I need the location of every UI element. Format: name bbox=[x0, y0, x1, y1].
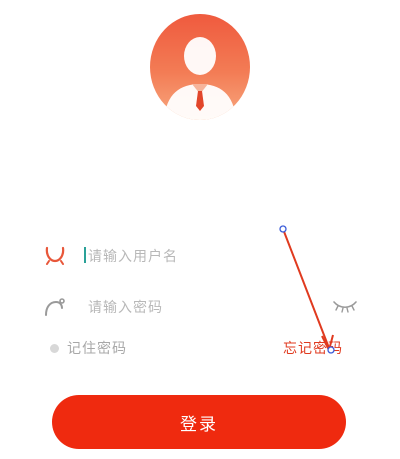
login-page: 请输入用户名 请输入密码 记住密码 忘记密码 登录 bbox=[0, 0, 400, 459]
user-avatar-icon bbox=[150, 14, 250, 120]
remember-password-checkbox[interactable]: 记住密码 bbox=[50, 338, 127, 358]
user-icon bbox=[44, 245, 66, 269]
forgot-password-link[interactable]: 忘记密码 bbox=[283, 338, 343, 358]
username-input[interactable]: 请输入用户名 bbox=[88, 246, 178, 266]
checkbox-dot bbox=[50, 343, 59, 353]
login-button[interactable]: 登录 bbox=[52, 395, 346, 449]
text-caret bbox=[84, 247, 86, 263]
eye-closed-icon[interactable] bbox=[332, 298, 358, 317]
remember-password-label: 记住密码 bbox=[67, 341, 127, 357]
password-input[interactable]: 请输入密码 bbox=[88, 297, 163, 317]
lock-icon bbox=[42, 297, 66, 321]
